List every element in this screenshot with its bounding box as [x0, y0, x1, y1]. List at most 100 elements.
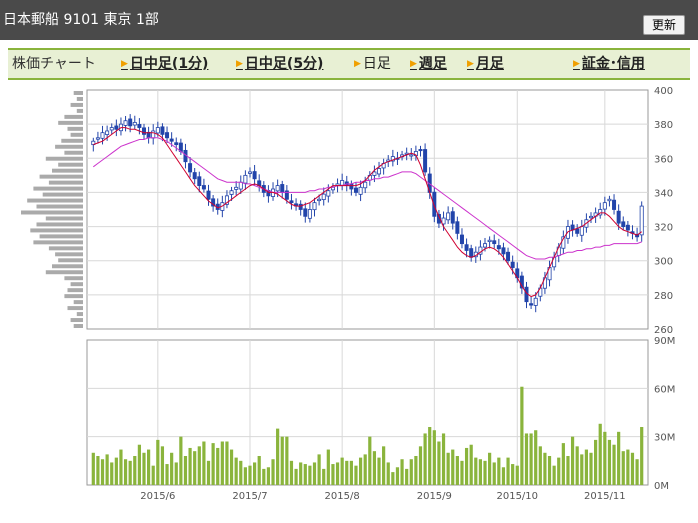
volume-bar	[534, 430, 538, 485]
volume-bar	[524, 433, 529, 485]
volume-bar	[345, 460, 349, 485]
volume-bar	[170, 452, 174, 485]
candle-up	[275, 185, 280, 192]
volume-bar	[340, 457, 344, 485]
candle-down	[625, 224, 630, 231]
volume-bar	[266, 467, 271, 485]
volume-profile-bar	[39, 174, 83, 179]
nav-margin-credit[interactable]: ▶ 証金･信用	[573, 50, 645, 78]
volume-bar	[216, 447, 220, 485]
volume-bar	[455, 456, 459, 485]
candle-down	[349, 183, 354, 190]
candle-up	[372, 171, 377, 176]
volume-bar	[137, 444, 141, 485]
volume-profile-bar	[70, 282, 83, 287]
candle-up	[639, 205, 644, 236]
x-tick-label: 2015/6	[140, 491, 175, 502]
volume-profile-bar	[64, 294, 83, 299]
candle-up	[363, 181, 368, 189]
volume-bar	[635, 459, 639, 485]
volume-profile-bar	[76, 312, 83, 317]
candle-up	[607, 198, 612, 202]
volume-bar	[119, 449, 123, 485]
price-tick-label: 380	[654, 120, 673, 131]
volume-bar	[123, 459, 128, 485]
volume-bar	[188, 447, 192, 485]
volume-bar	[299, 462, 303, 485]
volume-bar	[469, 444, 473, 485]
volume-bar	[252, 462, 257, 485]
volume-bar	[211, 443, 215, 485]
volume-bar	[372, 451, 377, 485]
candle-up	[151, 130, 156, 139]
volume-bar	[441, 433, 446, 485]
nav-daily: ▶ 日足	[354, 56, 391, 72]
volume-profile-bar	[76, 96, 83, 101]
candle-up	[317, 198, 322, 202]
volume-profile-bar	[58, 120, 83, 125]
volume-bar	[483, 460, 487, 485]
candle-up	[483, 243, 488, 248]
volume-bar	[96, 456, 100, 485]
nav-weekly[interactable]: ▶ 週足	[410, 50, 447, 78]
refresh-button[interactable]: 更新	[643, 15, 685, 35]
volume-bar	[142, 452, 146, 485]
nav-intraday-5min[interactable]: ▶ 日中足(5分)	[236, 50, 323, 78]
candle-down	[353, 187, 358, 193]
volume-bar	[322, 468, 326, 485]
volume-bar	[446, 452, 450, 485]
volume-bar	[363, 454, 367, 485]
volume-bar	[197, 446, 201, 485]
volume-profile-bar	[45, 216, 83, 221]
candle-down	[621, 221, 626, 227]
volume-bar	[506, 457, 510, 485]
volume-bar	[147, 449, 151, 485]
candle-down	[289, 200, 294, 204]
candle-down	[510, 261, 515, 268]
candle-up	[487, 239, 492, 243]
price-panel	[86, 89, 649, 330]
candle-up	[312, 202, 317, 211]
candle-down	[174, 142, 179, 146]
nav-intraday-1min[interactable]: ▶ 日中足(1分)	[121, 50, 208, 78]
page-header: 日本郵船 9101 東京 1部 更新	[0, 0, 698, 40]
volume-bar	[529, 433, 533, 485]
volume-bar	[91, 452, 95, 485]
volume-bar	[630, 452, 635, 485]
volume-bar	[377, 457, 381, 485]
volume-bar	[520, 386, 524, 485]
candle-down	[280, 184, 285, 193]
volume-profile-bar	[21, 210, 83, 215]
candle-down	[298, 203, 303, 210]
volume-profile-bar	[30, 228, 83, 233]
volume-bar	[382, 446, 386, 485]
volume-profile-bar	[58, 162, 83, 167]
x-tick-label: 2015/10	[496, 491, 538, 502]
volume-bar	[331, 464, 335, 485]
candle-down	[496, 245, 501, 250]
volume-bar	[547, 456, 552, 485]
candle-down	[160, 126, 165, 135]
volume-profile-bar	[36, 204, 83, 209]
volume-bar	[133, 456, 137, 485]
volume-bar	[391, 472, 395, 485]
volume-profile-bar	[58, 258, 83, 263]
x-tick-label: 2015/9	[417, 491, 452, 502]
volume-bar	[418, 446, 423, 485]
volume-bar	[543, 452, 547, 485]
candle-down	[506, 251, 511, 262]
price-tick-label: 280	[654, 291, 673, 302]
volume-tick-label: 60M	[654, 384, 675, 395]
volume-bar	[621, 451, 625, 485]
volume-profile-bar	[64, 114, 83, 119]
volume-bar	[607, 439, 612, 485]
candle-down	[141, 127, 146, 135]
candle-down	[137, 124, 142, 128]
volume-profile-bar	[73, 300, 83, 305]
volume-bar	[317, 454, 321, 485]
volume-bar	[183, 456, 188, 485]
x-tick-label: 2015/8	[325, 491, 360, 502]
nav-monthly[interactable]: ▶ 月足	[467, 50, 504, 78]
volume-bar	[358, 457, 363, 485]
volume-bar	[151, 465, 155, 485]
